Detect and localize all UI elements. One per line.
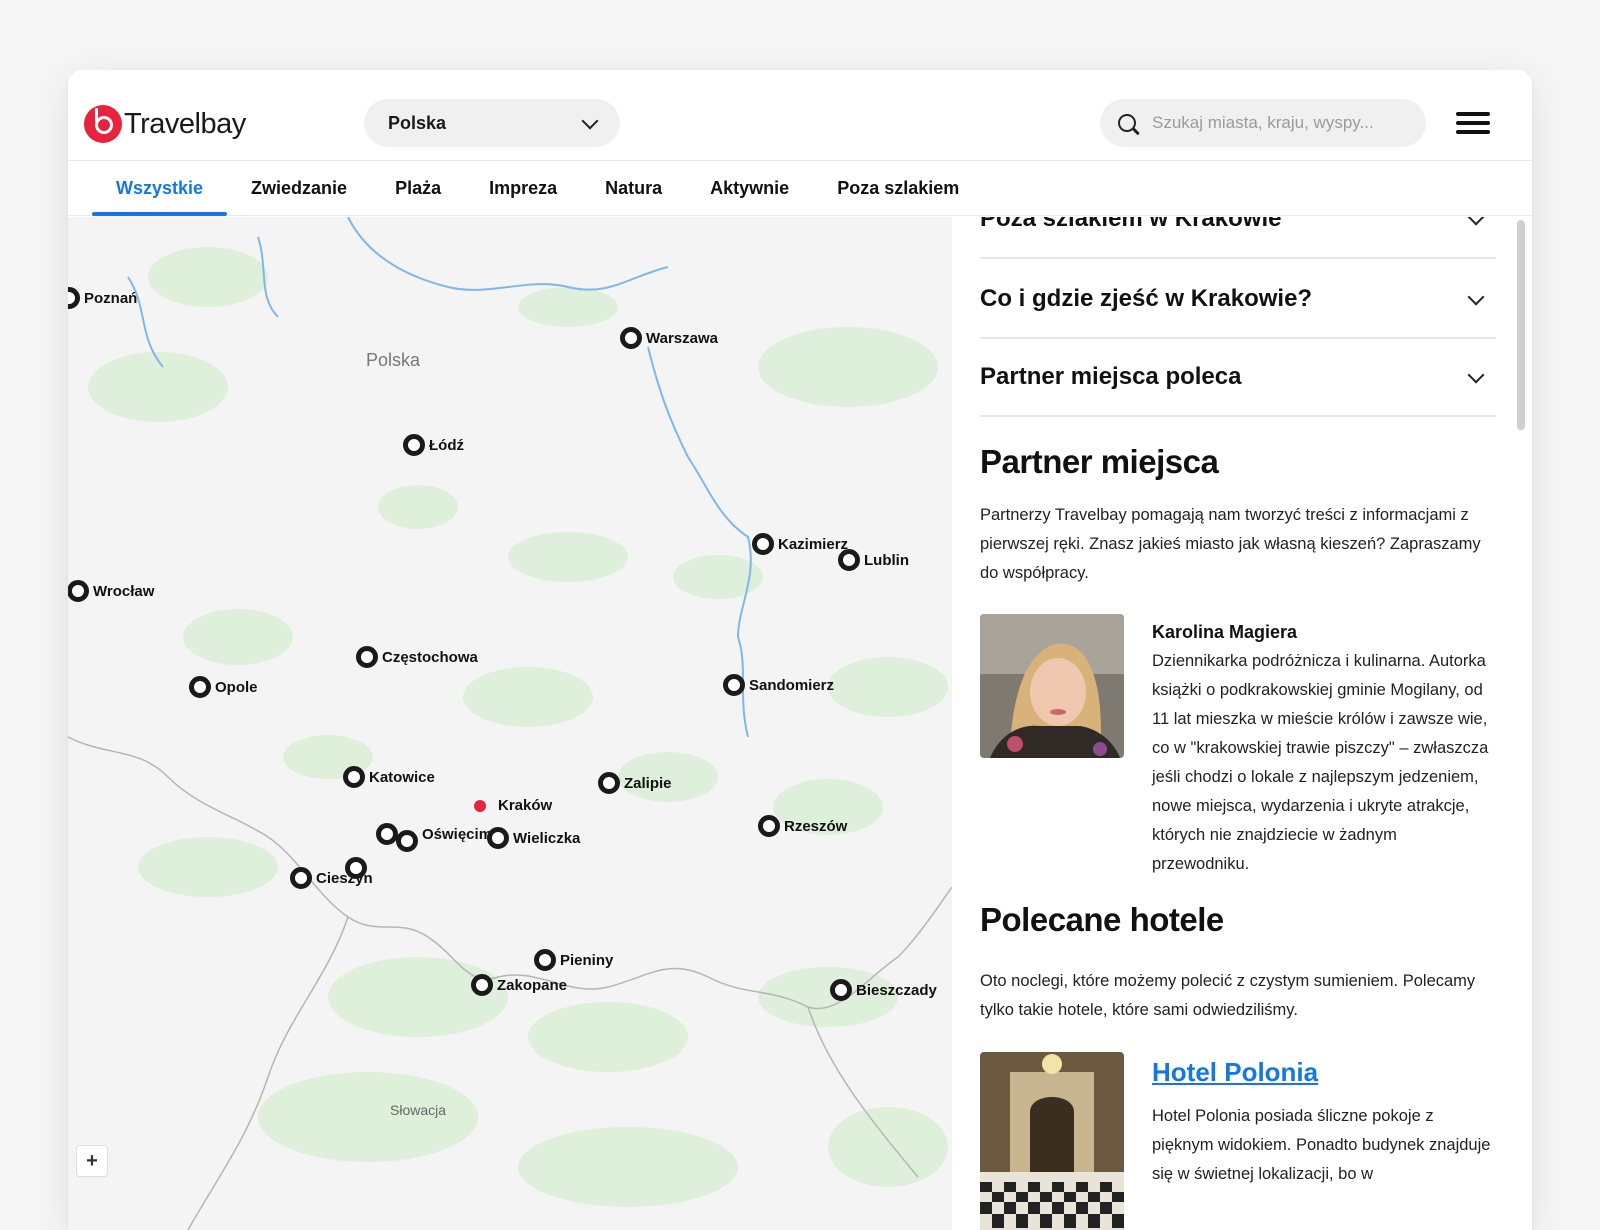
- header: Travelbay Polska: [68, 70, 1532, 161]
- logo[interactable]: Travelbay: [84, 104, 246, 144]
- panel-scrollbar[interactable]: [1517, 220, 1525, 430]
- map-pin-icon: [598, 772, 620, 794]
- map-marker[interactable]: Kazimierz: [752, 533, 848, 555]
- search-input[interactable]: [1150, 112, 1408, 134]
- map-pin-icon: [838, 549, 860, 571]
- map-marker[interactable]: Poznań: [68, 287, 137, 309]
- map-pin-icon: [752, 533, 774, 555]
- map-pin-icon: [620, 327, 642, 349]
- tab-impreza[interactable]: Impreza: [465, 161, 581, 216]
- map-pin-icon: [487, 827, 509, 849]
- accordion-partner-poleca[interactable]: Partner miejsca poleca: [980, 339, 1496, 417]
- partner-avatar: [980, 614, 1124, 758]
- map-pin-icon: [290, 867, 312, 889]
- partner-intro: Partnerzy Travelbay pomagają nam tworzyć…: [980, 506, 1481, 582]
- map-marker[interactable]: Cieszyn: [290, 857, 373, 889]
- map-region-label: Polska: [366, 350, 421, 370]
- map-marker[interactable]: Częstochowa: [356, 646, 478, 668]
- partner-bio: Dziennikarka podróżnicza i kulinarna. Au…: [1152, 652, 1489, 873]
- map-marker[interactable]: Wrocław: [68, 580, 154, 602]
- map-marker[interactable]: Zakopane: [471, 974, 567, 996]
- map-marker[interactable]: Zalipie: [598, 772, 672, 794]
- search-box[interactable]: [1100, 99, 1426, 147]
- map-marker[interactable]: Pieniny: [534, 949, 613, 971]
- search-icon: [1118, 114, 1136, 132]
- map-marker[interactable]: Opole: [189, 676, 258, 698]
- side-panel: Poza szlakiem w Krakowie Co i gdzie zjeś…: [952, 217, 1532, 1230]
- chevron-down-icon: [1467, 217, 1485, 225]
- accordion-poza-szlakiem[interactable]: Poza szlakiem w Krakowie: [980, 217, 1496, 259]
- tab-plaza[interactable]: Plaża: [371, 161, 465, 216]
- map-marker[interactable]: Łódź: [403, 434, 464, 456]
- country-select-value: Polska: [388, 112, 447, 133]
- map-pin-icon: [356, 646, 378, 668]
- map-marker[interactable]: Warszawa: [620, 327, 718, 349]
- country-select[interactable]: Polska: [364, 99, 620, 147]
- map[interactable]: Polska Słowacja Poznań Warszawa Łódź Kaz…: [68, 217, 952, 1230]
- logo-icon: [84, 105, 122, 143]
- hotel-description: Hotel Polonia posiada śliczne pokoje z p…: [1152, 1107, 1491, 1183]
- tab-natura[interactable]: Natura: [581, 161, 686, 216]
- map-marker[interactable]: Wieliczka: [487, 827, 580, 849]
- map-region-label: Słowacja: [390, 1102, 447, 1118]
- tab-wszystkie[interactable]: Wszystkie: [92, 161, 228, 216]
- map-pin-icon: [343, 766, 365, 788]
- map-pin-icon: [345, 857, 367, 879]
- map-pin-selected-icon: [474, 799, 486, 812]
- map-marker[interactable]: Katowice: [343, 766, 435, 788]
- map-pin-icon: [534, 949, 556, 971]
- hamburger-menu-icon[interactable]: [1456, 112, 1490, 134]
- tab-aktywnie[interactable]: Aktywnie: [686, 161, 813, 216]
- tab-poza-szlakiem[interactable]: Poza szlakiem: [813, 161, 983, 216]
- chevron-down-icon: [1467, 288, 1485, 305]
- partner-heading: Partner miejsca: [980, 443, 1219, 480]
- app-window: Travelbay Polska Wszystkie Zwiedzanie Pl…: [68, 70, 1532, 1230]
- chevron-down-icon: [581, 112, 599, 129]
- map-pin-icon: [189, 676, 211, 698]
- hotels-intro: Oto noclegi, które możemy polecić z czys…: [980, 972, 1476, 1019]
- accordion-co-zjesc[interactable]: Co i gdzie zjeść w Krakowie?: [980, 261, 1496, 339]
- partner-name: Karolina Magiera: [1152, 622, 1298, 642]
- map-marker[interactable]: Lublin: [838, 549, 909, 571]
- tab-zwiedzanie[interactable]: Zwiedzanie: [227, 161, 371, 216]
- map-pin-icon: [68, 580, 89, 602]
- logo-text: Travelbay: [124, 107, 246, 140]
- map-pin-icon: [396, 830, 418, 852]
- map-marker[interactable]: Bieszczady: [830, 979, 937, 1001]
- map-pin-icon: [68, 287, 80, 309]
- map-pin-icon: [471, 974, 493, 996]
- map-pin-icon: [723, 674, 745, 696]
- zoom-in-button[interactable]: +: [76, 1145, 108, 1177]
- map-marker[interactable]: Oświęcim: [376, 816, 492, 852]
- hotel-name-link[interactable]: Hotel Polonia: [1152, 1057, 1318, 1088]
- map-marker[interactable]: Rzeszów: [758, 815, 847, 837]
- map-marker[interactable]: Sandomierz: [723, 674, 834, 696]
- category-tabs: Wszystkie Zwiedzanie Plaża Impreza Natur…: [68, 161, 1532, 216]
- hotel-image[interactable]: [980, 1052, 1124, 1230]
- map-pin-icon: [403, 434, 425, 456]
- map-background: [68, 217, 952, 1230]
- map-marker-selected[interactable]: Kraków: [474, 797, 552, 814]
- hotels-heading: Polecane hotele: [980, 901, 1224, 938]
- map-pin-icon: [758, 815, 780, 837]
- map-pin-icon: [376, 823, 398, 845]
- map-pin-icon: [830, 979, 852, 1001]
- chevron-down-icon: [1467, 366, 1485, 383]
